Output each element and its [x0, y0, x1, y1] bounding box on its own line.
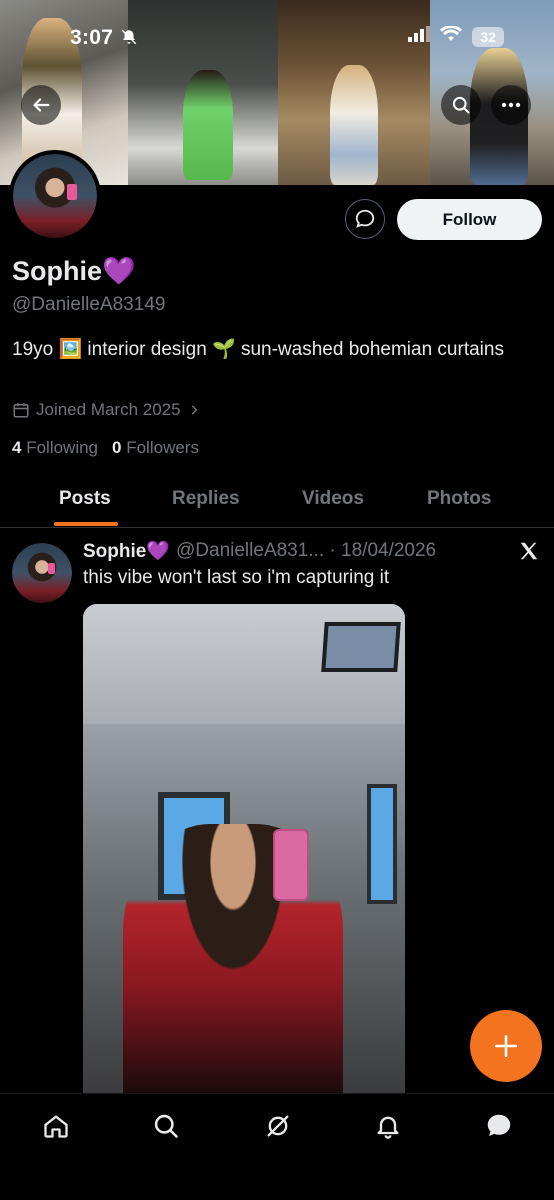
- banner-photo-3: [278, 0, 430, 185]
- tab-videos[interactable]: Videos: [302, 470, 364, 527]
- profile-bio: 19yo 🖼️ interior design 🌱 sun-washed boh…: [12, 339, 504, 360]
- calendar-icon: [13, 403, 29, 418]
- signal-icon: [408, 26, 431, 47]
- chevron-right-icon: [191, 405, 197, 415]
- nav-search[interactable]: [150, 1110, 182, 1142]
- active-tab-indicator: [54, 522, 118, 526]
- profile-handle: @DanielleA83149: [12, 294, 166, 315]
- search-icon: [452, 96, 470, 114]
- post-text: this vibe won't last so i'm capturing it: [83, 567, 390, 588]
- banner-photo-2: [128, 0, 278, 185]
- joined-date[interactable]: Joined March 2025: [12, 400, 201, 420]
- more-options-button[interactable]: [491, 85, 531, 125]
- chat-icon: [487, 1114, 511, 1136]
- back-button[interactable]: [21, 85, 61, 125]
- tab-posts[interactable]: Posts: [59, 470, 111, 527]
- nav-home[interactable]: [40, 1110, 72, 1142]
- search-icon: [154, 1114, 178, 1138]
- mute-icon: [120, 28, 138, 51]
- nav-notifications[interactable]: [372, 1110, 404, 1142]
- bottom-navigation: [0, 1093, 554, 1200]
- bell-icon: [377, 1116, 399, 1139]
- post-author-name[interactable]: Sophie💜: [83, 539, 170, 563]
- joined-text: Joined March 2025: [36, 400, 181, 419]
- profile-avatar[interactable]: [9, 150, 101, 242]
- home-icon: [44, 1115, 68, 1138]
- post-image[interactable]: [83, 604, 405, 1094]
- status-time: 3:07: [70, 26, 114, 49]
- battery-indicator: 32: [472, 26, 504, 47]
- message-button[interactable]: [345, 199, 385, 239]
- tab-photos[interactable]: Photos: [427, 470, 491, 527]
- followers-link[interactable]: 0 Followers: [112, 438, 199, 458]
- search-profile-button[interactable]: [441, 85, 481, 125]
- status-indicators: 32: [408, 25, 504, 47]
- tab-replies[interactable]: Replies: [172, 470, 240, 527]
- grok-icon: [267, 1115, 289, 1137]
- profile-name: Sophie💜: [12, 255, 136, 287]
- post-author-avatar[interactable]: [12, 543, 72, 603]
- purple-heart-emoji: 💜: [102, 256, 136, 286]
- nav-grok[interactable]: [262, 1110, 294, 1142]
- compose-post-button[interactable]: [470, 1010, 542, 1082]
- x-logo-icon: [518, 538, 540, 569]
- follow-button[interactable]: Follow: [397, 199, 542, 240]
- wifi-icon: [440, 25, 463, 47]
- plus-icon: [494, 1034, 518, 1058]
- nav-messages[interactable]: [483, 1110, 515, 1142]
- post-header: Sophie💜 @DanielleA831... · 18/04/2026: [83, 539, 436, 563]
- chat-bubble-icon: [355, 209, 375, 228]
- follow-stats: 4 Following 0 Followers: [12, 438, 199, 458]
- profile-tabs: Posts Replies Videos Photos: [0, 470, 554, 528]
- post-meta: @DanielleA831... · 18/04/2026: [176, 540, 437, 561]
- arrow-left-icon: [33, 98, 50, 112]
- following-link[interactable]: 4 Following: [12, 438, 98, 458]
- ellipsis-icon: [501, 102, 521, 108]
- profile-name-text: Sophie: [12, 256, 103, 286]
